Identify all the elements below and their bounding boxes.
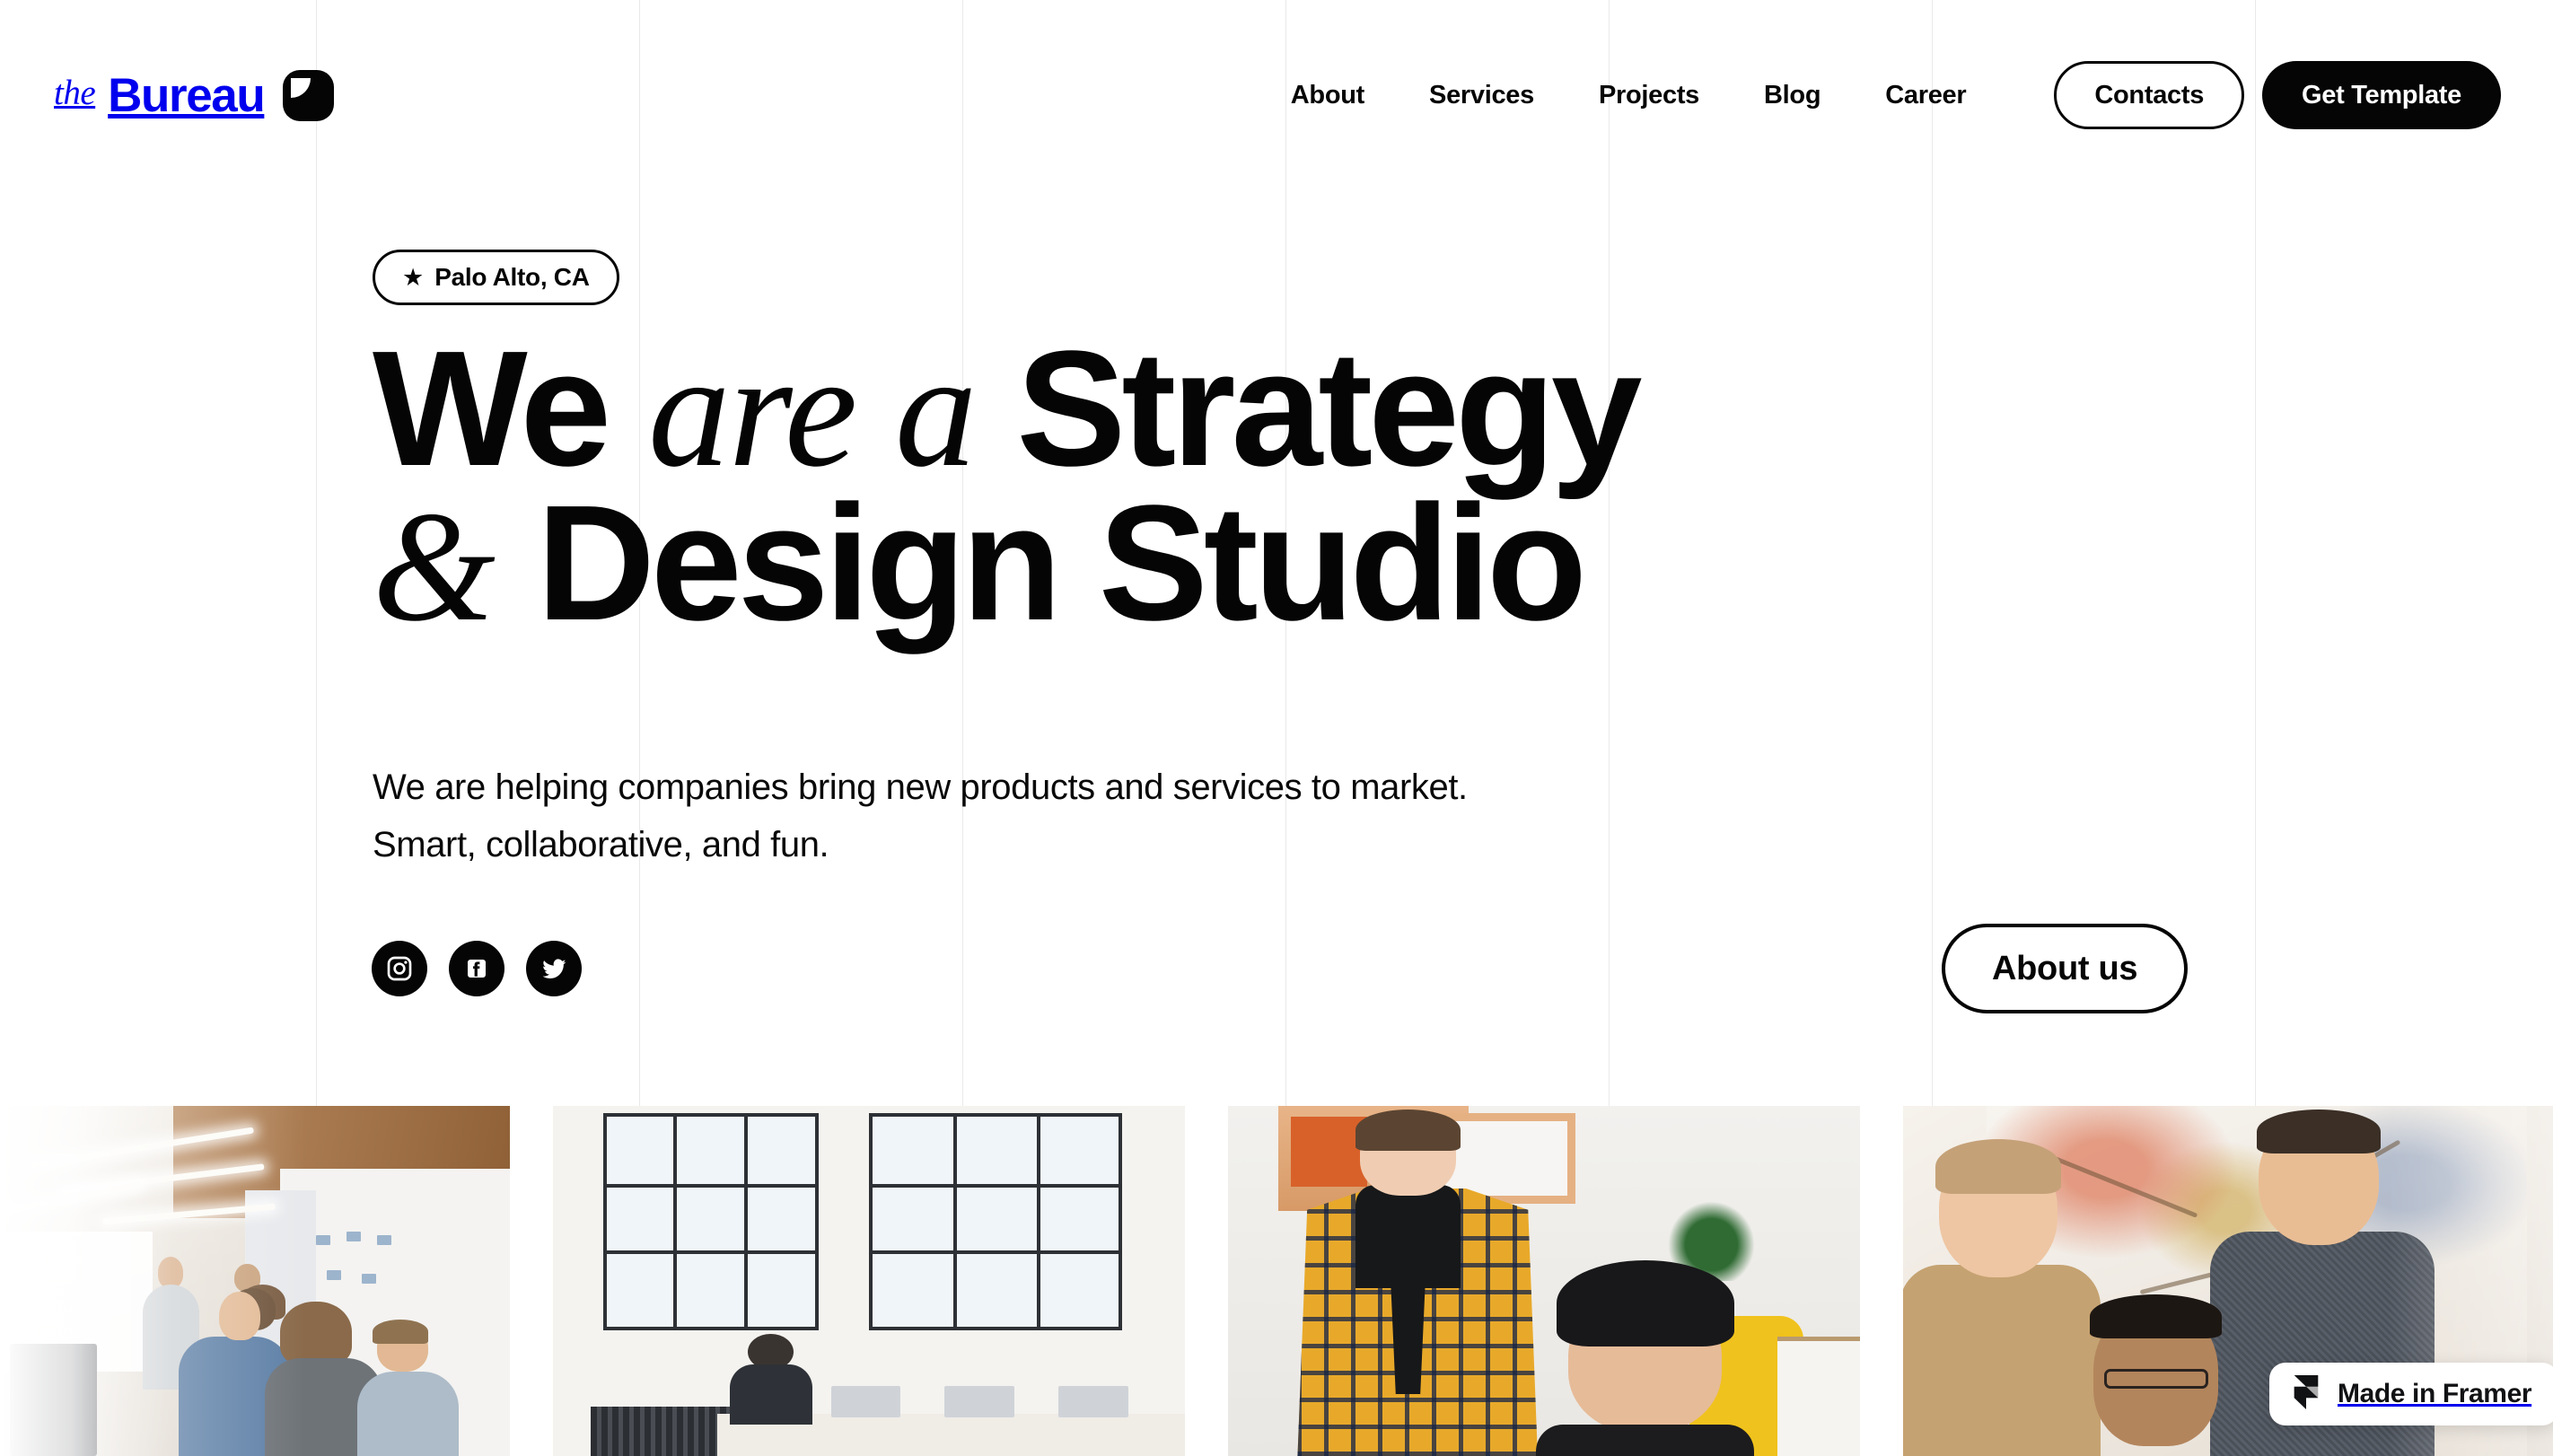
gallery-image-2[interactable] [553, 1106, 1185, 1456]
made-in-framer-badge[interactable]: Made in Framer [2269, 1363, 2553, 1425]
subtitle-line-2: Smart, collaborative, and fun. [373, 825, 829, 864]
headline-line-2: & Design Studio [373, 480, 2078, 646]
nav-item-about[interactable]: About [1259, 81, 1397, 110]
framer-logo-icon [2293, 1374, 2320, 1414]
contacts-button[interactable]: Contacts [2054, 61, 2245, 129]
nav-item-services[interactable]: Services [1397, 81, 1566, 110]
social-links [372, 941, 582, 996]
nav-item-blog[interactable]: Blog [1732, 81, 1853, 110]
instagram-icon[interactable] [372, 941, 427, 996]
facebook-icon[interactable] [449, 941, 504, 996]
headline-ampersand: & [373, 479, 496, 655]
site-header: the Bureau About Services Projects Blog … [0, 0, 2553, 190]
location-label: Palo Alto, CA [434, 263, 590, 291]
hero-headline: We are a Strategy & Design Studio [373, 326, 2078, 646]
get-template-button[interactable]: Get Template [2262, 61, 2501, 129]
landing-page: the Bureau About Services Projects Blog … [0, 0, 2553, 1456]
location-badge: ★ Palo Alto, CA [373, 250, 619, 305]
nav-item-projects[interactable]: Projects [1566, 81, 1732, 110]
subtitle-line-1: We are helping companies bring new produ… [373, 767, 1468, 807]
photo-gallery [0, 1106, 2553, 1456]
logo-name: Bureau [108, 68, 266, 122]
headline-line-1: We are a Strategy [373, 326, 2078, 492]
header-actions: Contacts Get Template [2054, 61, 2501, 129]
about-us-button[interactable]: About us [1942, 924, 2189, 1013]
star-icon: ★ [402, 263, 425, 291]
logo-prefix: the [54, 73, 96, 112]
logo-mark-icon [283, 69, 335, 121]
hero-subtitle: We are helping companies bring new produ… [373, 759, 1468, 873]
site-logo[interactable]: the Bureau [54, 68, 335, 122]
framer-label: Made in Framer [2338, 1379, 2532, 1408]
nav-item-career[interactable]: Career [1853, 81, 1998, 110]
main-nav: About Services Projects Blog Career Cont… [1259, 61, 2501, 129]
headline-design-studio: Design Studio [495, 470, 1587, 655]
gallery-image-1[interactable] [0, 1106, 510, 1456]
gallery-image-3[interactable] [1228, 1106, 1860, 1456]
twitter-icon[interactable] [526, 941, 582, 996]
